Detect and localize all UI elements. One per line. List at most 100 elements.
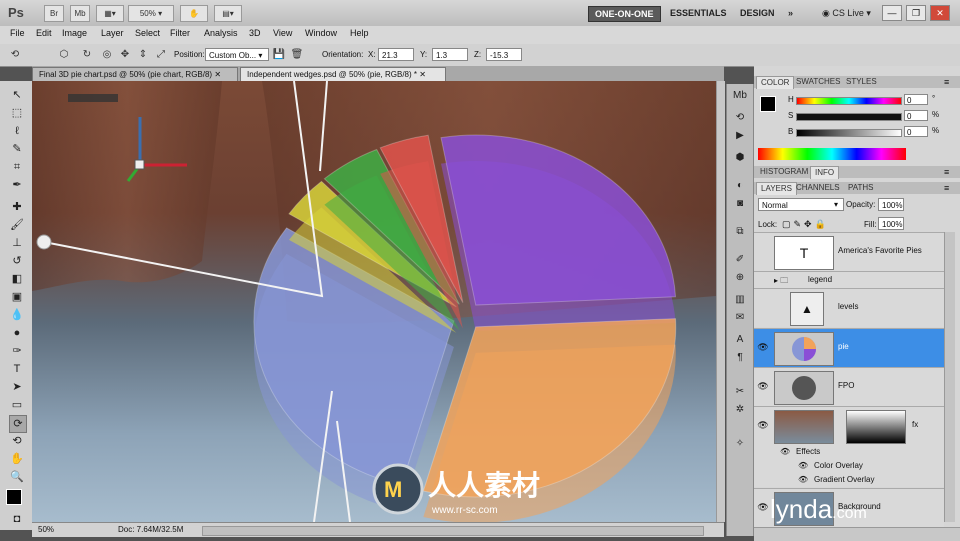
visibility-toggle[interactable] bbox=[756, 300, 770, 314]
healing-brush-tool-icon[interactable]: ✚ bbox=[9, 199, 25, 215]
mini-bridge-icon[interactable]: Mb bbox=[732, 88, 748, 104]
close-tab-icon[interactable]: ✕ bbox=[214, 70, 221, 79]
mini-bridge-button[interactable]: Mb bbox=[70, 5, 90, 22]
rotate-object-icon[interactable]: ↻ bbox=[80, 48, 94, 62]
extras-dropdown[interactable]: ▦▾ bbox=[96, 5, 124, 22]
navigator-panel-icon[interactable]: ✲ bbox=[732, 402, 748, 418]
lasso-tool-icon[interactable]: ℓ bbox=[9, 123, 25, 139]
z-orientation-input[interactable]: -15.3 bbox=[486, 48, 522, 61]
slide-object-icon[interactable]: ⇕ bbox=[136, 48, 150, 62]
notes-panel-icon[interactable]: ✉ bbox=[732, 310, 748, 326]
adjustments-panel-icon[interactable]: ◐ bbox=[732, 178, 748, 194]
eyedropper-tool-icon[interactable]: ✒ bbox=[9, 177, 25, 193]
panel-menu-icon[interactable]: ≡ bbox=[944, 77, 949, 87]
tab-histogram[interactable]: HISTOGRAM bbox=[756, 166, 812, 178]
expand-group-icon[interactable]: ▸ 🗀 bbox=[774, 275, 788, 289]
history-brush-tool-icon[interactable]: ↺ bbox=[9, 253, 25, 269]
hue-slider[interactable] bbox=[796, 97, 902, 105]
history-panel-icon[interactable]: ⟲ bbox=[732, 110, 748, 126]
foreground-color-swatch[interactable] bbox=[6, 489, 22, 505]
eye-icon[interactable]: 👁 bbox=[756, 379, 770, 393]
layer-row-background[interactable]: 👁 fx bbox=[754, 406, 944, 445]
move-tool-icon[interactable]: ↖ bbox=[9, 87, 25, 103]
clone-stamp-tool-icon[interactable]: ⊥ bbox=[9, 235, 25, 251]
arrange-documents-icon[interactable]: ▤▾ bbox=[214, 5, 242, 22]
layer-row-legend-group[interactable]: ▸ 🗀 legend bbox=[754, 271, 944, 288]
menu-window[interactable]: Window bbox=[305, 28, 337, 38]
eye-icon[interactable]: 👁 bbox=[780, 447, 790, 456]
path-selection-tool-icon[interactable]: ➤ bbox=[9, 379, 25, 395]
roll-object-icon[interactable]: ◎ bbox=[100, 48, 114, 62]
quick-mask-icon[interactable]: ◘ bbox=[9, 511, 25, 527]
hue-value-input[interactable]: 0 bbox=[904, 94, 928, 105]
visibility-toggle[interactable] bbox=[756, 244, 770, 258]
close-tab-icon[interactable]: ✕ bbox=[419, 70, 426, 79]
3d-object-rotate-tool-icon[interactable]: ⟳ bbox=[9, 415, 27, 433]
menu-edit[interactable]: Edit bbox=[36, 28, 52, 38]
tab-layers[interactable]: LAYERS bbox=[756, 182, 797, 195]
brightness-value-input[interactable]: 0 bbox=[904, 126, 928, 137]
layer-row-title[interactable]: T America's Favorite Pies bbox=[754, 232, 944, 271]
blend-mode-dropdown[interactable]: Normal bbox=[758, 198, 844, 211]
menu-filter[interactable]: Filter bbox=[170, 28, 190, 38]
layer-effects-badge[interactable]: fx bbox=[912, 420, 918, 429]
bridge-button[interactable]: Br bbox=[44, 5, 64, 22]
3d-rotate-tool-preset-icon[interactable]: ⟲ bbox=[8, 48, 22, 62]
eye-icon[interactable]: 👁 bbox=[798, 461, 808, 470]
masks-panel-icon[interactable]: ◙ bbox=[732, 196, 748, 212]
brightness-slider[interactable] bbox=[796, 129, 902, 137]
more-workspaces-chevron[interactable]: » bbox=[788, 6, 793, 20]
close-window-button[interactable]: ✕ bbox=[930, 5, 950, 21]
restore-button[interactable]: ❐ bbox=[906, 5, 926, 21]
measurement-log-icon[interactable]: ▥ bbox=[732, 292, 748, 308]
canvas-horizontal-scrollbar[interactable] bbox=[202, 526, 704, 536]
type-tool-icon[interactable]: T bbox=[9, 361, 25, 377]
panel-menu-icon[interactable]: ≡ bbox=[944, 167, 949, 177]
tab-channels[interactable]: CHANNELS bbox=[792, 182, 844, 194]
color-ramp[interactable] bbox=[758, 148, 906, 160]
eye-icon[interactable]: 👁 bbox=[756, 500, 770, 514]
x-orientation-input[interactable]: 21.3 bbox=[378, 48, 414, 61]
drag-object-icon[interactable]: ✥ bbox=[118, 48, 132, 62]
scale-object-icon[interactable]: ⤢ bbox=[154, 48, 168, 62]
blur-tool-icon[interactable]: 💧 bbox=[9, 307, 25, 323]
marquee-tool-icon[interactable]: ⬚ bbox=[9, 105, 25, 121]
3d-panel-icon[interactable]: ⬢ bbox=[732, 150, 748, 166]
layer-row-levels[interactable]: ▲ levels bbox=[754, 288, 944, 327]
animation-panel-icon[interactable]: ⧉ bbox=[732, 224, 748, 240]
menu-layer[interactable]: Layer bbox=[101, 28, 124, 38]
eraser-tool-icon[interactable]: ◧ bbox=[9, 271, 25, 287]
workspace-design[interactable]: DESIGN bbox=[740, 6, 775, 20]
fill-input[interactable]: 100% bbox=[878, 217, 904, 230]
workspace-one-on-one[interactable]: ONE-ON-ONE bbox=[588, 6, 661, 22]
hand-tool-icon[interactable]: ✋ bbox=[9, 451, 25, 467]
effect-row-gradient-overlay[interactable]: 👁 Gradient Overlay bbox=[754, 473, 944, 487]
position-dropdown[interactable]: Custom Ob... ▾ bbox=[205, 48, 269, 61]
layers-scrollbar[interactable] bbox=[944, 232, 955, 522]
tab-color[interactable]: COLOR bbox=[756, 76, 795, 89]
minimize-button[interactable]: — bbox=[882, 5, 902, 21]
menu-analysis[interactable]: Analysis bbox=[204, 28, 238, 38]
axis-origin-handle[interactable] bbox=[134, 159, 145, 170]
zoom-level-dropdown[interactable]: 50% ▾ bbox=[128, 5, 174, 22]
tab-paths[interactable]: PATHS bbox=[844, 182, 877, 194]
y-orientation-input[interactable]: 1.3 bbox=[432, 48, 468, 61]
document-canvas[interactable]: M 人人素材 www.rr-sc.com bbox=[32, 81, 716, 522]
color-foreground-swatch[interactable] bbox=[760, 96, 776, 112]
effect-row-color-overlay[interactable]: 👁 Color Overlay bbox=[754, 459, 944, 473]
tab-info[interactable]: INFO bbox=[810, 166, 840, 179]
panel-menu-icon[interactable]: ≡ bbox=[944, 183, 949, 193]
eye-icon[interactable]: 👁 bbox=[798, 475, 808, 484]
quick-selection-tool-icon[interactable]: ✎ bbox=[9, 141, 25, 157]
actions-panel-icon[interactable]: ▶ bbox=[732, 128, 748, 144]
cs-live-menu[interactable]: ◉ CS Live ▾ bbox=[822, 6, 871, 20]
effects-row[interactable]: 👁 Effects bbox=[754, 445, 944, 459]
camera-light-handle[interactable] bbox=[36, 234, 52, 250]
tab-final-3d-pie-chart[interactable]: Final 3D pie chart.psd @ 50% (pie chart,… bbox=[32, 67, 238, 81]
eye-icon[interactable]: 👁 bbox=[756, 418, 770, 432]
crop-tool-icon[interactable]: ⌗ bbox=[9, 159, 25, 175]
lights-panel-icon[interactable]: ✧ bbox=[732, 436, 748, 452]
lock-options-icon[interactable]: ▢✎✥🔒 bbox=[782, 219, 829, 230]
menu-file[interactable]: File bbox=[10, 28, 25, 38]
brush-tool-icon[interactable]: 🖌 bbox=[9, 217, 25, 233]
